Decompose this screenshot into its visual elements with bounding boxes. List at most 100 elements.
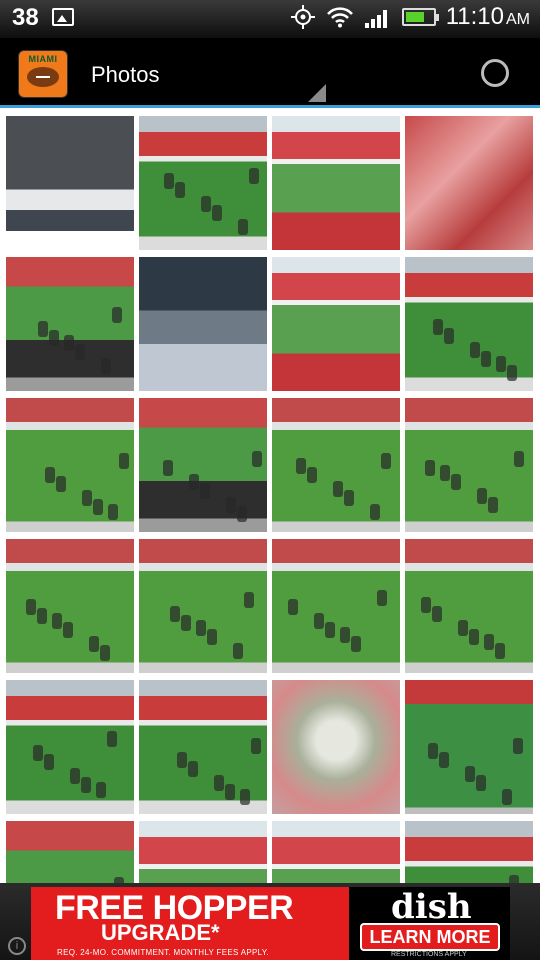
ad-banner[interactable]: FREE HOPPER UPGRADE* REQ. 24-MO. COMMITM…: [31, 887, 510, 960]
photo-detail: [496, 356, 506, 372]
photo-detail: [163, 460, 173, 476]
photo-thumbnail[interactable]: [272, 257, 400, 391]
photo-thumbnail[interactable]: [139, 116, 267, 250]
photo-detail: [344, 490, 354, 506]
dropdown-indicator-icon[interactable]: [308, 84, 326, 102]
photo-thumbnail[interactable]: [272, 821, 400, 883]
photo-detail: [226, 497, 236, 513]
photo-detail: [481, 351, 491, 367]
photo-detail: [177, 752, 187, 768]
photo-thumbnail[interactable]: [6, 821, 134, 883]
photo-detail: [458, 620, 468, 636]
photo-detail: [488, 497, 498, 513]
page-title[interactable]: Photos: [91, 62, 160, 88]
photo-detail: [49, 330, 59, 346]
photo-detail: [170, 606, 180, 622]
photo-detail: [100, 645, 110, 661]
photo-thumbnail[interactable]: [405, 539, 533, 673]
photo-thumbnail[interactable]: [139, 821, 267, 883]
photo-thumbnail[interactable]: [272, 116, 400, 250]
photo-thumbnail[interactable]: [6, 116, 134, 250]
picture-icon: [52, 8, 74, 26]
photo-detail: [370, 504, 380, 520]
status-icons: 11:10 AM: [290, 3, 530, 31]
photo-detail: [288, 599, 298, 615]
battery-icon: [401, 8, 439, 26]
photo-thumbnail[interactable]: [405, 257, 533, 391]
photo-detail: [377, 590, 387, 606]
status-bar: 38 11:10 AM: [0, 0, 540, 38]
signal-icon: [364, 10, 387, 28]
photo-thumbnail[interactable]: [405, 116, 533, 250]
photo-grid: [0, 108, 540, 883]
photo-detail: [225, 784, 235, 800]
photo-detail: [200, 483, 210, 499]
dish-logo: dish: [391, 887, 472, 927]
photo-detail: [93, 499, 103, 515]
photo-detail: [81, 777, 91, 793]
photo-detail: [212, 205, 222, 221]
notification-count: 38: [12, 4, 39, 31]
photo-detail: [440, 465, 450, 481]
football-icon: [27, 67, 59, 87]
photo-detail: [495, 643, 505, 659]
photo-detail: [164, 173, 174, 189]
photo-detail: [45, 467, 55, 483]
gps-icon: [290, 5, 315, 29]
photo-detail: [101, 358, 111, 374]
photo-detail: [196, 620, 206, 636]
photo-detail: [26, 599, 36, 615]
refresh-icon[interactable]: [481, 59, 509, 87]
clock: 11:10 AM: [446, 3, 530, 31]
photo-thumbnail[interactable]: [272, 398, 400, 532]
photo-detail: [477, 488, 487, 504]
photo-detail: [75, 344, 85, 360]
photo-thumbnail[interactable]: [139, 398, 267, 532]
photo-detail: [188, 761, 198, 777]
photo-thumbnail[interactable]: [139, 680, 267, 814]
app-logo-text: MIAMI: [28, 54, 58, 64]
action-bar: MIAMI Photos: [0, 38, 540, 108]
photo-thumbnail[interactable]: [405, 680, 533, 814]
photo-detail: [37, 608, 47, 624]
photo-thumbnail[interactable]: [272, 680, 400, 814]
photo-thumbnail[interactable]: [6, 398, 134, 532]
photo-detail: [112, 307, 122, 323]
photo-detail: [470, 342, 480, 358]
photo-thumbnail[interactable]: [405, 398, 533, 532]
ad-subheadline: UPGRADE*: [101, 920, 220, 945]
photo-detail: [314, 613, 324, 629]
photo-detail: [107, 731, 117, 747]
photo-detail: [238, 219, 248, 235]
clock-time: 11:10: [445, 3, 504, 30]
photo-detail: [502, 789, 512, 805]
photo-thumbnail[interactable]: [139, 539, 267, 673]
photo-detail: [181, 615, 191, 631]
photo-detail: [251, 738, 261, 754]
photo-detail: [325, 622, 335, 638]
photo-detail: [252, 451, 262, 467]
photo-detail: [433, 319, 443, 335]
photo-detail: [476, 775, 486, 791]
photo-thumbnail[interactable]: [6, 257, 134, 391]
photo-detail: [201, 196, 211, 212]
photo-thumbnail[interactable]: [6, 680, 134, 814]
photo-detail: [70, 768, 80, 784]
photo-detail: [244, 592, 254, 608]
photo-detail: [428, 743, 438, 759]
photo-thumbnail[interactable]: [405, 821, 533, 883]
photo-detail: [507, 365, 517, 381]
photo-detail: [38, 321, 48, 337]
photo-detail: [469, 629, 479, 645]
photo-thumbnail[interactable]: [139, 257, 267, 391]
photo-thumbnail[interactable]: [6, 539, 134, 673]
ad-brand-panel: dish LEARN MORE RESTRICTIONS APPLY: [349, 887, 510, 960]
app-logo-icon[interactable]: MIAMI: [18, 50, 68, 98]
photo-thumbnail[interactable]: [272, 539, 400, 673]
info-icon[interactable]: i: [8, 937, 26, 955]
photo-detail: [296, 458, 306, 474]
photo-detail: [381, 453, 391, 469]
photo-detail: [249, 168, 259, 184]
learn-more-button[interactable]: LEARN MORE: [360, 923, 500, 951]
photo-detail: [189, 474, 199, 490]
